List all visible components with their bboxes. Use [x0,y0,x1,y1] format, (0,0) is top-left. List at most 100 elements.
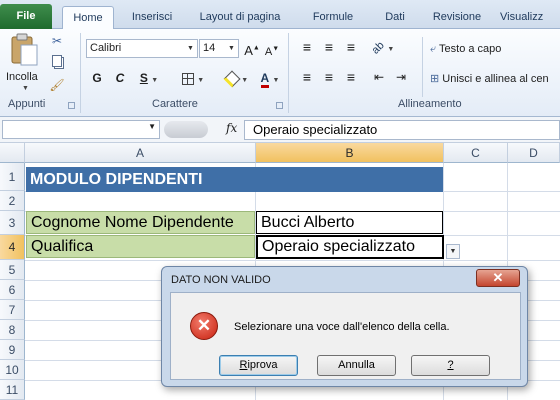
italic-button[interactable]: C [111,68,129,88]
formula-input[interactable]: Operaio specializzato [244,120,560,140]
row-header[interactable]: 11 [0,380,25,400]
align-right-button[interactable]: ≡ [342,67,360,87]
grow-font-button[interactable]: A▲ [243,39,261,59]
cancel-button[interactable]: Annulla [317,355,396,376]
borders-button[interactable]: ▼ [178,68,208,88]
brush-icon: 🖌 [49,78,65,92]
column-header-c[interactable]: C [444,143,508,163]
chevron-down-icon: ▼ [449,248,457,255]
chevron-down-icon: ▼ [187,45,194,52]
clipboard-launcher-icon[interactable] [68,102,75,109]
help-button[interactable]: ? [411,355,490,376]
borders-icon [181,72,194,85]
paste-label: Incolla [6,71,38,83]
shrink-font-icon: A▼ [264,45,280,58]
increase-indent-icon: ⇥ [395,70,407,84]
select-all-corner[interactable] [0,143,25,163]
row-header[interactable]: 9 [0,340,25,360]
row-header[interactable]: 2 [0,191,25,211]
align-center-icon: ≡ [324,69,334,85]
align-bottom-icon: ≡ [346,39,356,55]
cut-button[interactable]: ✂ [48,31,66,51]
align-top-button[interactable]: ≡ [298,37,316,57]
retry-button[interactable]: Riprova [219,355,298,376]
dialog-body: ✕ Selezionare una voce dall'elenco della… [170,292,521,380]
fill-color-button[interactable]: ▼ [222,68,252,88]
align-left-button[interactable]: ≡ [298,67,316,87]
tab-home[interactable]: Home [62,6,114,30]
formula-bar-resize-handle[interactable] [164,121,208,138]
paste-dropdown-icon: ▼ [22,85,29,92]
tab-page-layout[interactable]: Layout di pagina [190,6,290,29]
group-separator [288,33,289,113]
column-header-a[interactable]: A [25,143,256,163]
cell-dropdown-button[interactable]: ▼ [446,244,460,259]
copy-button[interactable] [48,53,66,73]
font-size-combo[interactable]: 14 ▼ [199,39,239,58]
chevron-down-icon: ▼ [272,77,280,84]
align-middle-button[interactable]: ≡ [320,37,338,57]
merge-cells-icon: ⊞ [430,73,440,85]
cell-a4-label[interactable]: Qualifica [26,235,255,258]
decrease-indent-button[interactable]: ⇤ [370,67,388,87]
ribbon: Incolla ▼ ✂ 🖌 Appunti Calibri ▼ 14 ▼ A▲ … [0,29,560,117]
wrap-text-icon: ⤶ [430,43,437,55]
row-header[interactable]: 5 [0,260,25,280]
paste-icon [11,33,38,66]
tab-file[interactable]: File [0,4,52,29]
row-header[interactable]: 6 [0,280,25,300]
row-header-selected[interactable]: 4 [0,235,25,260]
column-header-d[interactable]: D [508,143,560,163]
bold-button[interactable]: G [88,68,106,88]
merge-center-button[interactable]: ⊞ Unisci e allinea al cen [430,70,560,88]
dialog-close-button[interactable]: ✕ [476,269,520,287]
tab-view[interactable]: Visualizz [500,6,560,29]
font-name-combo[interactable]: Calibri ▼ [86,39,198,58]
dialog-message: Selezionare una voce dall'elenco della c… [234,321,450,333]
tab-formulas[interactable]: Formule [302,6,364,29]
grow-font-icon: A▲ [244,43,260,59]
orientation-button[interactable]: ab ▼ [368,37,398,57]
font-color-button[interactable]: A ▼ [255,68,285,88]
retry-label: iprova [247,359,278,371]
font-name-value: Calibri [90,42,122,54]
increase-indent-button[interactable]: ⇥ [392,67,410,87]
insert-function-button[interactable]: fx [226,121,237,135]
gridline [25,260,560,261]
row-header[interactable]: 3 [0,211,25,235]
align-right-icon: ≡ [346,69,356,85]
name-box[interactable]: ▼ [2,120,160,139]
dialog-title: DATO NON VALIDO [171,274,271,286]
shrink-font-button[interactable]: A▼ [263,39,281,59]
paint-bucket-icon [223,70,241,88]
font-launcher-icon[interactable] [276,102,283,109]
cell-a1-title[interactable]: MODULO DIPENDENTI [26,167,443,192]
underline-button[interactable]: S ▼ [136,68,162,88]
tab-review[interactable]: Revisione [426,6,488,29]
cell-a3-label[interactable]: Cognome Nome Dipendente [26,211,255,234]
align-center-button[interactable]: ≡ [320,67,338,87]
formula-bar: ▼ fx Operaio specializzato [0,117,560,143]
tab-insert[interactable]: Inserisci [126,6,178,29]
paste-button[interactable]: Incolla ▼ [6,33,42,95]
column-header-b[interactable]: B [256,143,444,163]
chevron-down-icon: ▼ [241,77,249,84]
font-color-icon: A [260,71,270,88]
row-header[interactable]: 1 [0,163,25,191]
row-header[interactable]: 10 [0,360,25,380]
merge-center-label: Unisci e allinea al cen [442,73,549,85]
row-header[interactable]: 7 [0,300,25,320]
cell-b4-active[interactable]: Operaio specializzato [256,235,444,259]
align-middle-icon: ≡ [324,39,334,55]
wrap-text-button[interactable]: ⤶ Testo a capo [430,40,560,58]
ribbon-tab-bar: File Home Inserisci Layout di pagina For… [0,0,560,30]
row-header[interactable]: 8 [0,320,25,340]
format-painter-button[interactable]: 🖌 [48,75,66,95]
orientation-icon: ab [369,39,387,57]
tab-data[interactable]: Dati [374,6,416,29]
cell-b3-value[interactable]: Bucci Alberto [256,211,443,234]
align-bottom-button[interactable]: ≡ [342,37,360,57]
chevron-down-icon[interactable]: ▼ [148,122,156,131]
font-size-value: 14 [203,42,216,54]
align-left-icon: ≡ [302,69,312,85]
